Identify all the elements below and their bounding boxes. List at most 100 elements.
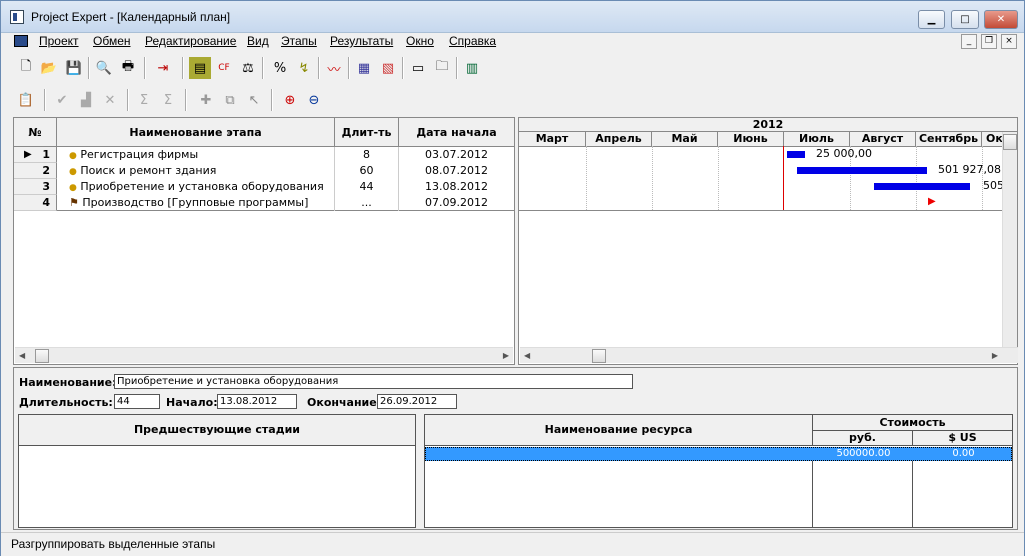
stage-name: Приобретение и установка оборудования [80, 180, 324, 193]
month-header: Сентябрь [916, 132, 982, 146]
ungroup-icon[interactable]: ⧉ [219, 89, 241, 111]
status-bar: Разгруппировать выделенные этапы [1, 532, 1024, 556]
name-field[interactable]: Приобретение и установка оборудования [114, 374, 633, 389]
close-button[interactable]: ✕ [984, 10, 1018, 29]
gantt-bar[interactable] [874, 183, 970, 190]
bars-icon[interactable]: ▟ [75, 89, 97, 111]
table-icon[interactable]: ▤ [189, 57, 211, 79]
exit-icon[interactable]: ⇥ [152, 57, 174, 79]
percent-icon[interactable]: % [269, 57, 291, 79]
main-window: Project Expert - [Календарный план] ▁ □ … [0, 0, 1025, 556]
vertical-scrollbar[interactable] [1002, 132, 1017, 348]
balance-icon[interactable]: ⚖ [237, 57, 259, 79]
open-icon[interactable]: 📂 [38, 57, 60, 79]
gantt-horizontal-scrollbar[interactable]: ◀ ▶ [520, 347, 1018, 363]
check-icon[interactable]: ✔ [51, 89, 73, 111]
scroll-right-icon[interactable]: ▶ [992, 351, 998, 360]
mdi-restore-button[interactable]: ❐ [981, 34, 997, 49]
scroll-right-icon[interactable]: ▶ [503, 351, 509, 360]
start-date-field[interactable]: 13.08.2012 [217, 394, 297, 409]
duration-label: Длительность: [19, 396, 113, 409]
unsum-icon[interactable]: Σ [157, 89, 179, 111]
print-icon[interactable]: 🖶 [117, 57, 139, 79]
app-icon[interactable] [10, 10, 24, 24]
title-bar[interactable]: Project Expert - [Календарный план] ▁ □ … [1, 1, 1024, 33]
scroll-left-icon[interactable]: ◀ [524, 351, 530, 360]
month-header: Март [519, 132, 586, 146]
mdi-close-button[interactable]: × [1001, 34, 1017, 49]
row-number: 2 [14, 163, 57, 179]
duration-field[interactable]: 44 [114, 394, 160, 409]
report-icon[interactable]: ▦ [353, 57, 375, 79]
group-program-icon: ⚑ [69, 196, 79, 209]
new-icon[interactable]: 🗋 [15, 57, 37, 79]
row-number: 1 [42, 148, 50, 161]
delete-icon[interactable]: ✕ [99, 89, 121, 111]
folder-icon[interactable]: 🗀 [431, 57, 453, 79]
zoom-out-icon[interactable]: ⊖ [303, 89, 325, 111]
preview-icon[interactable]: 🔍 [93, 57, 115, 79]
stage-duration: ... [335, 195, 399, 211]
menu-exchange[interactable]: Обмен [93, 34, 131, 48]
milestone-flag-icon[interactable]: ▶ [928, 196, 936, 207]
start-label: Начало: [166, 396, 218, 409]
gantt-bar[interactable] [797, 167, 927, 174]
predecessors-panel[interactable]: Предшествующие стадии [18, 414, 416, 528]
pointer-icon[interactable]: ↖ [243, 89, 265, 111]
menu-view[interactable]: Вид [247, 34, 269, 48]
menu-edit[interactable]: Редактирование [145, 34, 236, 48]
month-header: Июнь [718, 132, 784, 146]
mdi-minimize-button[interactable]: _ [961, 34, 977, 49]
gantt-bar[interactable] [787, 151, 805, 158]
month-header: Июль [784, 132, 850, 146]
scroll-thumb[interactable] [1003, 134, 1017, 150]
sort-icon[interactable]: ↯ [293, 57, 315, 79]
col-num-header[interactable]: № [14, 118, 57, 147]
resources-panel[interactable]: Наименование ресурса Стоимость руб. $ US… [424, 414, 1013, 528]
col-name-header[interactable]: Наименование этапа [57, 118, 335, 147]
col-duration-header[interactable]: Длит-ть [335, 118, 399, 147]
sum-icon[interactable]: Σ [133, 89, 155, 111]
calendar-icon[interactable]: ▥ [461, 57, 483, 79]
menu-window[interactable]: Окно [406, 34, 434, 48]
maximize-button[interactable]: □ [951, 10, 979, 29]
card-icon[interactable]: ▭ [407, 57, 429, 79]
table-row[interactable]: 4 ⚑ Производство [Групповые программы] .… [14, 195, 514, 211]
save-icon[interactable]: 💾 [63, 57, 85, 79]
bar-label: 25 000,00 [816, 147, 872, 160]
group-icon[interactable]: ✚ [195, 89, 217, 111]
table-row[interactable]: 2 ● Поиск и ремонт здания 60 08.07.2012 [14, 163, 514, 179]
menu-project[interactable]: Проект [39, 34, 79, 48]
stage-name: Производство [Групповые программы] [82, 196, 309, 209]
resource-name-header: Наименование ресурса [424, 414, 813, 446]
scroll-thumb[interactable] [35, 349, 49, 363]
cashflow-icon[interactable]: CF [213, 57, 235, 79]
menu-bar: Проект Обмен Редактирование Вид Этапы Ре… [7, 33, 1020, 51]
report2-icon[interactable]: ▧ [377, 57, 399, 79]
main-toolbar: 🗋 📂 💾 🔍 🖶 ⇥ ▤ CF ⚖ % ↯ 〰 ▦ ▧ ▭ 🗀 ▥ [7, 54, 1020, 84]
mdi-doc-icon[interactable] [14, 35, 28, 47]
resource-row[interactable]: 500000.00 0.00 [425, 447, 1012, 461]
scroll-left-icon[interactable]: ◀ [19, 351, 25, 360]
col-start-header[interactable]: Дата начала [399, 118, 514, 147]
menu-results[interactable]: Результаты [330, 34, 393, 48]
end-label: Окончание: [307, 396, 382, 409]
horizontal-scrollbar[interactable]: ◀ ▶ [15, 347, 513, 363]
end-date-field[interactable]: 26.09.2012 [377, 394, 457, 409]
today-line [783, 146, 784, 210]
form-icon[interactable]: 📋 [15, 89, 37, 111]
predecessors-header: Предшествующие стадии [18, 414, 416, 446]
minimize-button[interactable]: ▁ [918, 10, 945, 29]
row-number: 3 [14, 179, 57, 195]
table-row[interactable]: ▶ 1 ● Регистрация фирмы 8 03.07.2012 [14, 147, 514, 163]
gantt-chart: 2012 Март Апрель Май Июнь Июль Август Се… [518, 117, 1018, 365]
chart-icon[interactable]: 〰 [323, 57, 345, 79]
table-row[interactable]: 3 ● Приобретение и установка оборудовани… [14, 179, 514, 195]
scroll-thumb[interactable] [592, 349, 606, 363]
menu-help[interactable]: Справка [449, 34, 496, 48]
bullet-icon: ● [69, 183, 77, 193]
cost-header: Стоимость [812, 414, 1013, 431]
zoom-in-icon[interactable]: ⊕ [279, 89, 301, 111]
menu-stages[interactable]: Этапы [281, 34, 317, 48]
month-header: Апрель [586, 132, 652, 146]
